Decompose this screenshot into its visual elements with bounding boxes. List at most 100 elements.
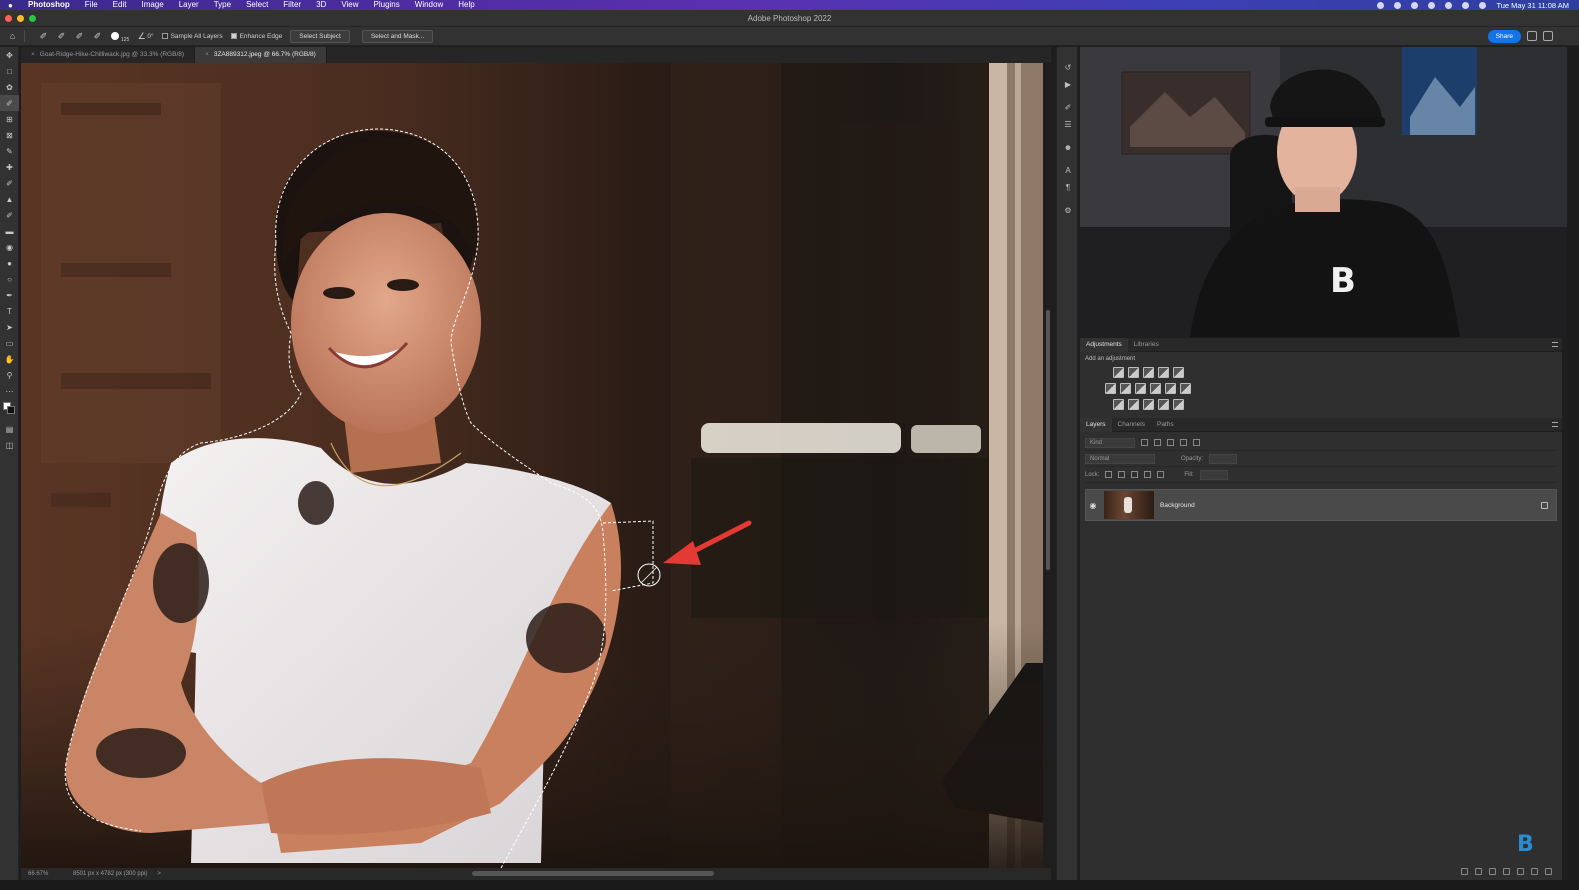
menu-select[interactable]: Select [246, 0, 268, 10]
record-icon[interactable] [1377, 1, 1385, 9]
properties-icon[interactable]: ☰ [1057, 116, 1079, 133]
vibrance-icon[interactable] [1173, 367, 1184, 378]
filter-smart-object-icon[interactable] [1193, 439, 1200, 446]
clone-stamp-tool-icon[interactable]: ▲ [0, 191, 19, 207]
minimize-window-button[interactable] [17, 14, 24, 22]
hand-tool-icon[interactable]: ✋ [0, 351, 19, 367]
photo-artwork[interactable] [21, 63, 1043, 868]
opacity-field[interactable] [1209, 453, 1238, 464]
airplay-icon[interactable] [1411, 1, 1419, 9]
menu-help[interactable]: Help [458, 0, 474, 10]
lock-artboard-icon[interactable] [1144, 471, 1152, 478]
filter-shape-icon[interactable] [1180, 439, 1187, 446]
select-and-mask-button[interactable]: Select and Mask... [361, 29, 434, 43]
tab-3za889312[interactable]: × 3ZA889312.jpeg @ 66.7% (RGB/8) [195, 47, 327, 63]
new-fill-adjustment-icon[interactable] [1503, 867, 1510, 875]
visibility-eye-icon[interactable]: ◉ [1086, 501, 1100, 510]
new-selection-icon[interactable]: ✐ [56, 31, 67, 42]
exposure-icon[interactable] [1158, 367, 1169, 378]
angle-value[interactable]: 0° [147, 33, 153, 40]
paint-bucket-tool-icon[interactable]: ◉ [0, 239, 19, 255]
menu-layer[interactable]: Layer [179, 0, 199, 10]
paragraph-icon[interactable]: ¶ [1057, 179, 1079, 196]
tab-channels[interactable]: Channels [1112, 418, 1151, 432]
menu-3d[interactable]: 3D [316, 0, 326, 10]
tab-layers[interactable]: Layers [1080, 417, 1112, 432]
panel-menu-icon[interactable] [1552, 422, 1558, 427]
filter-pixel-icon[interactable] [1141, 439, 1148, 446]
select-subject-button[interactable]: Select Subject [290, 29, 350, 43]
invert-icon[interactable] [1113, 399, 1124, 410]
add-to-selection-icon[interactable]: ✐ [74, 31, 85, 42]
sliders-icon[interactable]: ⚙ [1057, 202, 1079, 219]
history-brush-tool-icon[interactable]: ✐ [0, 207, 19, 223]
share-button[interactable]: Share [1487, 30, 1521, 43]
move-tool-icon[interactable]: ✥ [0, 47, 19, 63]
hue-saturation-icon[interactable] [1105, 383, 1116, 394]
close-tab-icon[interactable]: × [31, 51, 35, 58]
menu-window[interactable]: Window [415, 0, 443, 10]
screen-mode-icon[interactable]: ◫ [0, 437, 19, 453]
menu-app-name[interactable]: Photoshop [28, 0, 70, 10]
home-icon[interactable]: ⌂ [7, 31, 18, 42]
fx-icon[interactable] [1475, 867, 1482, 875]
black-white-icon[interactable] [1135, 383, 1146, 394]
marquee-tool-icon[interactable]: □ [0, 63, 19, 79]
lock-all-icon[interactable] [1157, 471, 1165, 478]
tab-libraries[interactable]: Libraries [1128, 338, 1165, 352]
people-icon[interactable]: ☻ [1057, 139, 1079, 156]
blur-tool-icon[interactable]: ● [0, 255, 19, 271]
layer-row-background[interactable]: ◉ Background [1085, 489, 1557, 521]
path-selection-tool-icon[interactable]: ➤ [0, 319, 19, 335]
history-icon[interactable]: ↺ [1057, 59, 1079, 76]
control-center-icon[interactable] [1479, 1, 1487, 9]
blend-mode-select[interactable]: Normal [1085, 453, 1155, 464]
pen-tool-icon[interactable]: ✒ [0, 287, 19, 303]
menu-filter[interactable]: Filter [283, 0, 301, 10]
lock-image-icon[interactable] [1118, 471, 1126, 478]
photo-filter-icon[interactable] [1150, 383, 1161, 394]
brush-size-picker[interactable] [111, 32, 119, 40]
tab-paths[interactable]: Paths [1151, 418, 1180, 432]
crop-tool-icon[interactable]: ⊞ [0, 111, 19, 127]
close-window-button[interactable] [5, 14, 12, 22]
frame-tool-icon[interactable]: ⊠ [0, 127, 19, 143]
enhance-edge-checkbox[interactable]: Enhance Edge [230, 33, 282, 40]
link-layers-icon[interactable] [1461, 867, 1468, 875]
cc-icon[interactable] [1394, 1, 1402, 9]
menu-image[interactable]: Image [141, 0, 163, 10]
zoom-tool-icon[interactable]: ⚲ [0, 367, 19, 383]
quick-selection-tool-icon[interactable]: ✐ [0, 95, 19, 111]
brush-settings-icon[interactable]: ✐ [1057, 99, 1079, 116]
close-tab-icon[interactable]: × [205, 51, 209, 58]
threshold-icon[interactable] [1143, 399, 1154, 410]
canvas-horizontal-scrollbar[interactable] [472, 871, 714, 876]
document-info[interactable]: 8501 px x 4782 px (300 ppi) [73, 871, 147, 877]
document-canvas[interactable] [21, 63, 1043, 868]
color-lookup-icon[interactable] [1180, 383, 1191, 394]
menu-edit[interactable]: Edit [113, 0, 127, 10]
checkbox-box[interactable] [161, 33, 168, 39]
lock-transparent-icon[interactable] [1105, 471, 1113, 478]
search-icon[interactable] [1527, 31, 1537, 41]
wifi-icon[interactable] [1445, 1, 1453, 9]
spotlight-icon[interactable] [1462, 1, 1470, 9]
zoom-window-button[interactable] [29, 14, 36, 22]
posterize-icon[interactable] [1128, 399, 1139, 410]
new-group-icon[interactable] [1517, 867, 1524, 875]
subtract-from-selection-icon[interactable]: ✐ [92, 31, 103, 42]
filter-adjustment-icon[interactable] [1154, 439, 1161, 446]
add-mask-icon[interactable] [1489, 867, 1496, 875]
color-balance-icon[interactable] [1120, 383, 1131, 394]
eraser-tool-icon[interactable]: ▬ [0, 223, 19, 239]
new-layer-icon[interactable] [1531, 867, 1538, 875]
zoom-level[interactable]: 66.67% [28, 871, 68, 877]
channel-mixer-icon[interactable] [1165, 383, 1176, 394]
actions-play-icon[interactable]: ▶ [1057, 76, 1079, 93]
lock-position-icon[interactable] [1131, 471, 1139, 478]
tab-goat-ridge[interactable]: × Goat-Ridge-Hike-Chilliwack.jpg @ 33.3% … [21, 47, 196, 63]
panel-menu-icon[interactable] [1552, 342, 1558, 347]
brightness-contrast-icon[interactable] [1113, 367, 1124, 378]
workspace-icon[interactable] [1543, 31, 1553, 41]
levels-icon[interactable] [1128, 367, 1139, 378]
